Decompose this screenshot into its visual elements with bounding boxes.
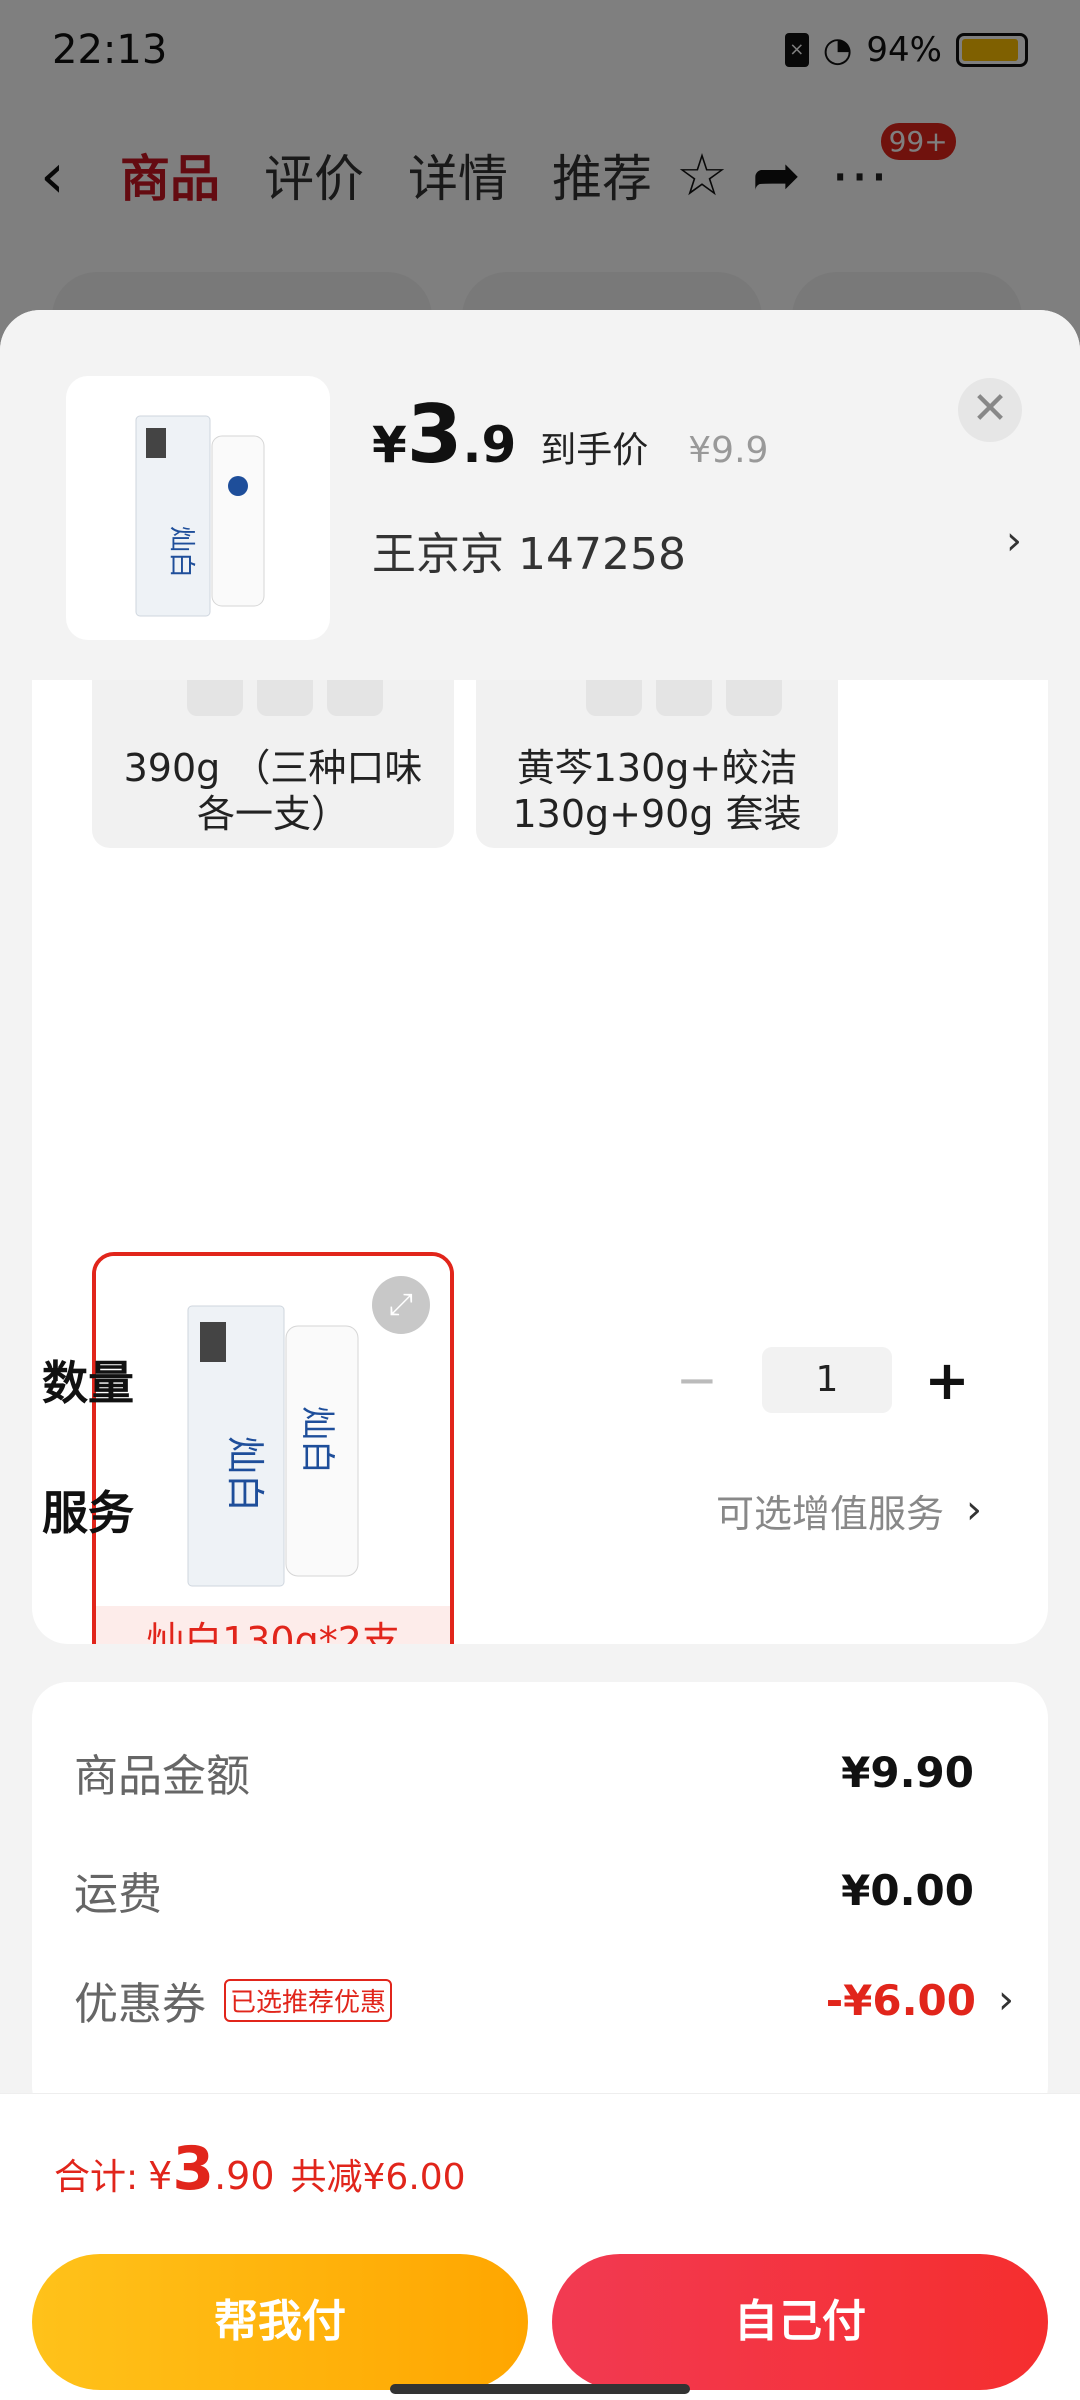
quantity-minus-button[interactable]: − bbox=[652, 1351, 742, 1409]
original-price: ¥9.9 bbox=[688, 430, 769, 471]
price-integer: 3 bbox=[406, 388, 463, 481]
quantity-row: 数量 − 1 + bbox=[42, 1340, 982, 1420]
price-symbol: ¥ bbox=[372, 416, 407, 474]
svg-text:灿白: 灿白 bbox=[166, 526, 196, 578]
sheet-header: 灿白 ¥ 3 .9 到手价 ¥9.9 ✕ 王京京 147258 › bbox=[0, 310, 1080, 680]
service-hint: 可选增值服务 bbox=[715, 1491, 944, 1536]
goods-amount-row: 商品金额 ¥9.90 bbox=[74, 1740, 974, 1804]
product-thumbnail[interactable]: 灿白 bbox=[66, 376, 330, 640]
expand-icon[interactable]: ⤢ bbox=[372, 1276, 430, 1334]
total-row: 合计: ¥ 3 .90 共减¥6.00 bbox=[54, 2134, 466, 2204]
service-label: 服务 bbox=[42, 1486, 134, 1540]
chevron-right-icon[interactable]: › bbox=[1006, 518, 1022, 564]
self-pay-button[interactable]: 自己付 bbox=[552, 2254, 1048, 2390]
total-label: 合计: bbox=[54, 2157, 139, 2198]
close-icon[interactable]: ✕ bbox=[958, 378, 1022, 442]
checkout-bar: 合计: ¥ 3 .90 共减¥6.00 帮我付 自己付 bbox=[0, 2093, 1080, 2400]
chevron-right-icon: › bbox=[966, 1487, 982, 1533]
variant-label: 黄芩130g+皎洁130g+90g 套装 bbox=[512, 746, 802, 836]
service-row[interactable]: 服务 可选增值服务 › bbox=[42, 1470, 982, 1550]
toothpaste-image: 灿白 bbox=[135, 415, 265, 617]
variant-option[interactable]: 390g （三种口味各一支） bbox=[92, 680, 454, 848]
sku-selector-sheet: 灿白 ¥ 3 .9 到手价 ¥9.9 ✕ 王京京 147258 › 390g （… bbox=[0, 310, 1080, 2400]
variant-option-selected[interactable]: 灿白 灿白 ⤢ 灿白130g*2支（酷力留兰） bbox=[92, 1252, 454, 1644]
goods-amount-value: ¥9.90 bbox=[841, 1747, 974, 1797]
quantity-label: 数量 bbox=[42, 1356, 134, 1410]
shipping-label: 运费 bbox=[74, 1869, 162, 1920]
total-saved: 共减¥6.00 bbox=[290, 2157, 466, 2198]
price-row: ¥ 3 .9 到手价 ¥9.9 bbox=[372, 388, 768, 481]
total-integer: 3 bbox=[172, 2134, 215, 2204]
home-indicator[interactable] bbox=[390, 2384, 690, 2394]
coupon-label: 优惠券 bbox=[74, 1979, 206, 2030]
coupon-value: -¥6.00 bbox=[825, 1975, 976, 2025]
variant-label: 390g （三种口味各一支） bbox=[123, 746, 423, 836]
quantity-plus-button[interactable]: + bbox=[912, 1349, 982, 1412]
chevron-right-icon: › bbox=[998, 1977, 1014, 2023]
variant-option[interactable]: 黄芩130g+皎洁130g+90g 套装 bbox=[476, 680, 838, 848]
variant-label: 灿白130g*2支（酷力留兰） bbox=[96, 1606, 450, 1644]
help-pay-button[interactable]: 帮我付 bbox=[32, 2254, 528, 2390]
amount-card: 商品金额 ¥9.90 运费 ¥0.00 优惠券 已选推荐优惠 -¥6.00 › bbox=[32, 1682, 1048, 2122]
final-price-tag: 到手价 bbox=[540, 430, 649, 471]
shipping-row: 运费 ¥0.00 bbox=[74, 1858, 974, 1922]
total-decimal: .90 bbox=[214, 2154, 275, 2198]
coupon-row[interactable]: 优惠券 已选推荐优惠 -¥6.00 › bbox=[74, 1968, 1014, 2032]
goods-amount-label: 商品金额 bbox=[74, 1751, 250, 1802]
delivery-address[interactable]: 王京京 147258 bbox=[372, 518, 686, 582]
quantity-input[interactable]: 1 bbox=[762, 1347, 892, 1413]
price-decimal: .9 bbox=[462, 416, 517, 474]
shipping-value: ¥0.00 bbox=[841, 1865, 974, 1915]
total-symbol: ¥ bbox=[148, 2154, 173, 2198]
coupon-badge: 已选推荐优惠 bbox=[224, 1978, 393, 2022]
